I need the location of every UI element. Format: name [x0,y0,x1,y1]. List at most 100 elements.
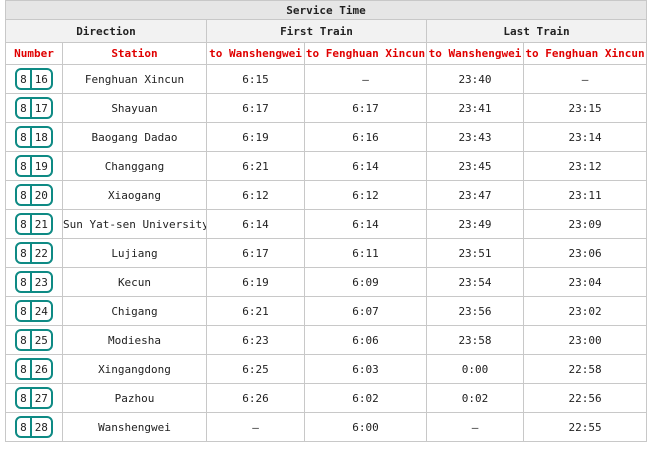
first-train-to-fenghuan-xincun: 6:11 [304,238,427,268]
line-number: 8 [20,188,27,202]
station-name: Xiaogang [62,180,207,210]
line-number: 8 [20,217,27,231]
station-name: Kecun [62,267,207,297]
first-train-to-wanshengwei: 6:25 [206,354,305,384]
table-row: 8 28 Wanshengwei –6:00–22:55 [5,412,648,442]
first-train-to-wanshengwei: 6:19 [206,122,305,152]
last-train-to-fenghuan-xincun: 22:58 [522,354,648,384]
station-code: 25 [34,333,48,347]
first-train-to-wanshengwei: 6:23 [206,325,305,355]
station-code: 21 [34,217,48,231]
first-train-to-wanshengwei: – [206,412,305,442]
last-train-to-wanshengwei: 23:56 [426,296,524,326]
station-name: Fenghuan Xincun [62,64,207,94]
table-row: 8 26 Xingangdong 6:25 6:03 0:00 22:58 [5,354,648,384]
first-train-to-fenghuan-xincun: 6:12 [304,180,427,210]
first-train-to-wanshengwei: 6:19 [206,267,305,297]
last-to-wanshengwei-header: to Wanshengwei [426,42,524,65]
first-train-to-fenghuan-xincun: 6:14 [304,151,427,181]
first-train-to-wanshengwei: 6:17 [206,93,305,123]
station-number-cell: 8 28 [5,412,63,442]
station-number-badge: 8 16 [15,68,53,90]
table-row: 8 27 Pazhou 6:26 6:02 0:02 22:56 [5,383,648,413]
last-train-to-fenghuan-xincun: 23:06 [522,238,648,268]
station-number-badge: 8 27 [15,387,53,409]
line-number: 8 [20,101,27,115]
station-code: 28 [34,420,48,434]
first-train-to-fenghuan-xincun: 6:03 [304,354,427,384]
station-code: 16 [34,72,48,86]
number-column-header: Number [5,42,63,65]
line-number: 8 [20,362,27,376]
table-row: 8 24 Chigang 6:21 6:07 23:56 23:02 [5,296,648,326]
station-number-cell: 8 23 [5,267,63,297]
station-code: 23 [34,275,48,289]
station-number-cell: 8 18 [5,122,63,152]
station-number-cell: 8 24 [5,296,63,326]
station-number-cell: 8 16 [5,64,63,94]
last-train-header: Last Train [425,19,648,43]
table-row: 8 23 Kecun 6:19 6:09 23:54 23:04 [5,267,648,297]
station-number-badge: 8 23 [15,271,53,293]
line-number: 8 [20,72,27,86]
station-number-badge: 8 17 [15,97,53,119]
last-train-to-fenghuan-xincun: 22:56 [522,383,648,413]
table-row: 8 18 Baogang Dadao 6:19 6:16 23:43 23:14 [5,122,648,152]
first-train-to-wanshengwei: 6:17 [206,238,305,268]
last-train-to-wanshengwei: 23:58 [426,325,524,355]
station-number-cell: 8 19 [5,151,63,181]
line-number: 8 [20,420,27,434]
station-number-badge: 8 21 [15,213,53,235]
table-row: 8 22 Lujiang 6:17 6:11 23:51 23:06 [5,238,648,268]
line-number: 8 [20,391,27,405]
station-name: Chigang [62,296,207,326]
line-number: 8 [20,130,27,144]
last-train-to-fenghuan-xincun: 23:09 [522,209,648,239]
first-train-to-fenghuan-xincun: 6:17 [304,93,427,123]
last-train-to-wanshengwei: 23:51 [426,238,524,268]
station-number-cell: 8 20 [5,180,63,210]
last-train-to-fenghuan-xincun: – [522,64,648,94]
station-number-badge: 8 19 [15,155,53,177]
station-number-cell: 8 22 [5,238,63,268]
line-number: 8 [20,304,27,318]
station-code: 22 [34,246,48,260]
first-train-to-fenghuan-xincun: 6:00 [304,412,427,442]
last-train-to-fenghuan-xincun: 23:12 [522,151,648,181]
table-row: 8 25 Modiesha 6:23 6:06 23:58 23:00 [5,325,648,355]
station-number-cell: 8 26 [5,354,63,384]
first-train-to-fenghuan-xincun: – [304,64,427,94]
station-number-badge: 8 24 [15,300,53,322]
station-name: Lujiang [62,238,207,268]
first-train-to-wanshengwei: 6:21 [206,151,305,181]
direction-header: Direction [5,19,207,43]
last-train-to-wanshengwei: 23:49 [426,209,524,239]
station-name: Baogang Dadao [62,122,207,152]
first-train-to-wanshengwei: 6:26 [206,383,305,413]
station-code: 20 [34,188,48,202]
column-header-row: Number Station to Wanshengwei to Fenghua… [5,42,648,65]
station-code: 26 [34,362,48,376]
last-train-to-wanshengwei: 23:40 [426,64,524,94]
table-row: 8 21 Sun Yat-sen University 6:14 6:14 23:49 23… [5,209,648,239]
station-name: Changgang [62,151,207,181]
station-column-header: Station [62,42,207,65]
first-train-to-fenghuan-xincun: 6:09 [304,267,427,297]
station-code: 18 [34,130,48,144]
first-to-wanshengwei-header: to Wanshengwei [206,42,305,65]
first-train-header: First Train [206,19,427,43]
station-number-badge: 8 22 [15,242,53,264]
last-train-to-fenghuan-xincun: 23:11 [522,180,648,210]
last-train-to-fenghuan-xincun: 23:00 [522,325,648,355]
station-name: Xingangdong [62,354,207,384]
first-train-to-wanshengwei: 6:21 [206,296,305,326]
last-train-to-fenghuan-xincun: 23:04 [522,267,648,297]
station-number-cell: 8 27 [5,383,63,413]
station-code: 17 [34,101,48,115]
last-train-to-wanshengwei: – [426,412,524,442]
last-train-to-wanshengwei: 23:47 [426,180,524,210]
station-number-badge: 8 26 [15,358,53,380]
first-train-to-wanshengwei: 6:12 [206,180,305,210]
station-number-badge: 8 18 [15,126,53,148]
first-train-to-wanshengwei: 6:14 [206,209,305,239]
